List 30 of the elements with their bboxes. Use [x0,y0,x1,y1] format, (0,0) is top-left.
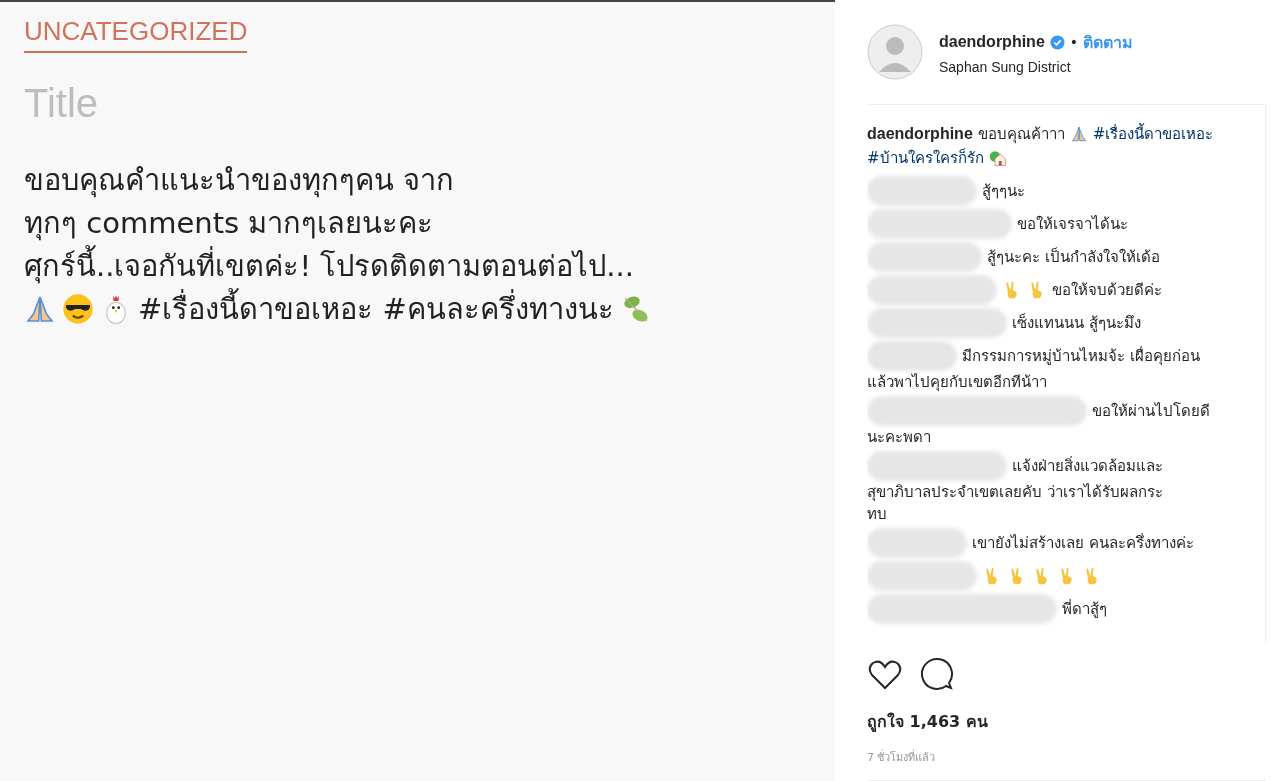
comment-text: ขอให้ผ่านไปโดยดี [1092,401,1210,423]
username-link[interactable]: daendorphine [939,33,1045,52]
comment-text: เขายังไม่สร้างเลย คนละครึ่งทางค่ะ [972,532,1194,555]
comment-text: สู้ๆนะคะ เป็นกำลังใจให้เด้อ [987,246,1160,269]
comment-text: พี่ดาสู้ๆ [1062,598,1107,621]
comment-text: ทบ [867,504,888,526]
post-text: ขอบคุณคำแนะนำของทุกๆคน จาก [24,161,455,200]
hashtag-link[interactable]: #บ้านใครใครก็รัก [867,147,984,170]
post-text: ทุกๆ comments มากๆเลยนะคะ [24,204,434,243]
comment-text: แล้วพาไปคุยกับเขตอีกทีน้าา [867,372,1048,394]
comment-text: สู้ๆๆนะ [982,181,1025,203]
house-icon [988,149,1007,168]
comment-text: ขอให้จบด้วยดีค่ะ [1052,280,1162,302]
post-time: 7 ชั่วโมงที่แล้ว [867,748,937,766]
comment-text: มีกรรมการหมู่บ้านไหมจ้ะ เผื่อคุยก่อน [962,345,1200,368]
likes-count[interactable]: ถูกใจ 1,463 คน [867,709,1266,734]
location-text[interactable]: Saphan Sung District [939,58,1134,75]
comment-text: นะคะพดา [867,427,932,449]
title-field[interactable]: Title [24,81,324,126]
comment-text: สุขาภิบาลประจำเขตเลยคับ ว่าเราได้รับผลกระ [867,482,1164,504]
comment-text: เซ็งแทนนน สู้ๆนะมึง [1012,312,1141,335]
sunglasses-face-icon [62,292,94,325]
separator-dot: • [1069,34,1079,51]
caption-username[interactable]: daendorphine [867,123,973,146]
comment-text: ขอให้เจรจาได้นะ [1017,214,1128,236]
comment-text: แจ้งฝ่ายสิ่งแวดล้อมและ [1012,455,1163,478]
comment-bubble-icon[interactable] [919,657,955,693]
folded-hands-icon [1069,125,1088,144]
caption-text: ขอบคุณค้าาา [977,124,1065,146]
hashtag-link[interactable]: #เรื่องนี้ดาขอเหอะ [1092,123,1214,146]
